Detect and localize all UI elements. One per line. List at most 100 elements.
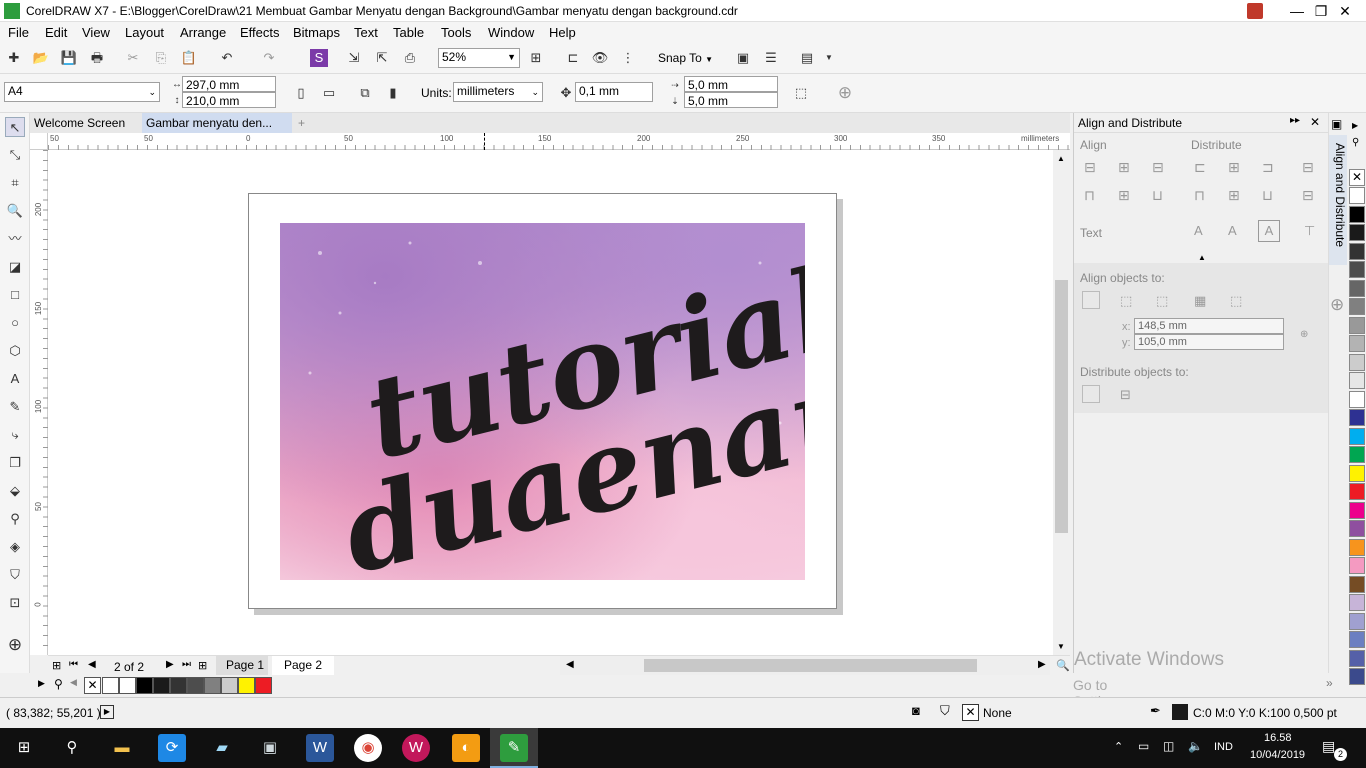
interactive-fill-icon[interactable]: ◈ (5, 537, 25, 557)
parallel-dimension-icon[interactable]: ✎ (5, 397, 25, 417)
next-page-icon[interactable]: ▶ (166, 659, 174, 670)
palette-swatch[interactable] (1349, 427, 1365, 445)
vertical-scroll-thumb[interactable] (1055, 280, 1068, 533)
user-icon[interactable] (1247, 3, 1263, 19)
docpal-scroll-left-icon[interactable]: ◀ (70, 677, 77, 688)
active-objects-icon[interactable] (1082, 291, 1100, 309)
close-button[interactable]: ✕ (1322, 0, 1366, 22)
navigator-icon[interactable]: 🔍 (1056, 659, 1070, 672)
volume-icon[interactable]: 🔈 (1188, 739, 1203, 753)
drop-shadow-icon[interactable]: ❐ (5, 453, 25, 473)
menu-file[interactable]: File (8, 25, 29, 40)
collapse-icon[interactable]: ▲ (1198, 253, 1206, 262)
first-page-icon[interactable]: ⏮ (69, 659, 78, 670)
page-tab-2[interactable]: Page 2 (272, 656, 334, 675)
duplicate-x-field[interactable]: 5,0 mm (684, 76, 778, 92)
search-content-icon[interactable]: S (310, 49, 328, 67)
docker-tab-label[interactable]: Align and Distribute (1329, 135, 1347, 265)
color-proof-icon[interactable]: ◙ (912, 703, 920, 718)
palette-swatch[interactable] (1349, 224, 1365, 241)
open-icon[interactable]: 📂 (32, 49, 50, 67)
align-center-h-icon[interactable]: ⊞ (1118, 159, 1130, 176)
scroll-right-icon[interactable]: ▶ (1038, 659, 1046, 670)
docpal-swatch[interactable] (170, 677, 187, 694)
add-icon[interactable]: ⊕ (836, 84, 854, 102)
palette-swatch[interactable] (1349, 390, 1365, 408)
network-icon[interactable]: ◫ (1163, 739, 1174, 753)
palette-swatch[interactable] (1349, 335, 1365, 352)
export-icon[interactable]: ⇱ (373, 49, 391, 67)
tab-document[interactable]: Gambar menyatu den... (142, 113, 292, 133)
transparency-tool-icon[interactable]: ⬙ (5, 481, 25, 501)
language-indicator[interactable]: IND (1214, 741, 1233, 753)
current-page-icon[interactable]: ▮ (384, 84, 402, 102)
undo-icon[interactable]: ↶ (218, 49, 236, 67)
palette-swatch[interactable] (1349, 242, 1365, 260)
docpal-swatch[interactable] (136, 677, 153, 694)
horizontal-ruler[interactable]: 50 0 50 50 100 150 200 250 300 350 milli… (48, 133, 1070, 150)
menu-bitmaps[interactable]: Bitmaps (293, 25, 340, 40)
docker-expand-icon[interactable]: ▸▸ (1290, 115, 1300, 126)
add-tool-icon[interactable]: ⊕ (5, 635, 25, 655)
portrait-icon[interactable]: ▯ (292, 84, 310, 102)
palette-swatch[interactable] (1349, 187, 1365, 204)
horizontal-scroll-thumb[interactable] (644, 659, 977, 672)
drawing-canvas[interactable]: tutorial duaenam (48, 133, 1053, 655)
print-icon[interactable]: 🖶 (88, 49, 106, 67)
copy-icon[interactable]: ⎘ (152, 49, 170, 67)
text-bounding-box-icon[interactable]: A (1258, 220, 1280, 242)
distribute-spacing-v-icon[interactable]: ⊟ (1302, 187, 1314, 204)
add-page-before-icon[interactable]: ⊞ (52, 659, 61, 672)
options-icon[interactable]: ▣ (734, 49, 752, 67)
docpal-swatch[interactable] (187, 677, 204, 694)
menu-arrange[interactable]: Arrange (180, 25, 226, 40)
palette-swatch[interactable] (1349, 298, 1365, 315)
palette-swatch[interactable] (1349, 538, 1365, 556)
ellipse-tool-icon[interactable]: ○ (5, 313, 25, 333)
last-page-icon[interactable]: ⏭ (182, 659, 191, 670)
menu-layout[interactable]: Layout (125, 25, 164, 40)
specified-point-icon[interactable]: ⬚ (1230, 293, 1242, 309)
scroll-up-icon[interactable]: ▲ (1057, 154, 1065, 163)
docpal-expand-icon[interactable]: » (1326, 676, 1333, 690)
text-first-baseline-icon[interactable]: A (1194, 223, 1203, 238)
page-tab-1[interactable]: Page 1 (216, 656, 268, 675)
align-y-field[interactable]: 105,0 mm (1134, 334, 1284, 350)
scroll-down-icon[interactable]: ▼ (1057, 642, 1065, 651)
page-width-field[interactable]: 297,0 mm (182, 76, 276, 92)
palette-swatch[interactable] (1349, 205, 1365, 223)
status-play-icon[interactable]: ▶ (100, 705, 114, 719)
menu-view[interactable]: View (82, 25, 110, 40)
page-height-field[interactable]: 210,0 mm (182, 92, 276, 108)
page-size-select[interactable]: A4 ⌄ (4, 82, 160, 102)
guidelines-icon[interactable]: ⋮ (619, 49, 637, 67)
add-page-after-icon[interactable]: ⊞ (198, 659, 207, 672)
new-icon[interactable]: ✚ (5, 49, 23, 67)
palette-swatch[interactable] (1349, 464, 1365, 482)
docpal-swatch[interactable] (204, 677, 221, 694)
rectangle-tool-icon[interactable]: □ (5, 285, 25, 305)
docpal-none-swatch[interactable]: ✕ (84, 677, 101, 694)
publish-pdf-icon[interactable]: ⎙ (401, 49, 419, 67)
distribute-left-icon[interactable]: ⊏ (1194, 159, 1206, 176)
docpal-eyedropper-icon[interactable]: ⚲ (54, 677, 63, 691)
align-center-v-icon[interactable]: ⊞ (1118, 187, 1130, 204)
palette-swatch[interactable] (1349, 261, 1365, 278)
windows-start-icon[interactable]: ⊞ (10, 734, 38, 762)
palette-swatch[interactable] (1349, 372, 1365, 389)
word-icon[interactable]: W (306, 734, 334, 762)
rulers-icon[interactable]: ⊏ (564, 49, 582, 67)
eyedropper-icon[interactable]: ⚲ (5, 509, 25, 529)
tab-welcome-screen[interactable]: Welcome Screen (30, 113, 142, 133)
new-tab-icon[interactable]: + (294, 113, 314, 133)
units-select[interactable]: millimeters ⌄ (453, 82, 543, 102)
palette-swatch[interactable] (1349, 316, 1365, 334)
palette-scroll-icon[interactable]: ▶ (1352, 121, 1358, 130)
distribute-to-selection-icon[interactable] (1082, 385, 1100, 403)
palette-swatch[interactable] (1349, 649, 1365, 667)
palette-swatch[interactable] (1349, 631, 1365, 648)
docpal-swatch[interactable] (153, 677, 170, 694)
paste-icon[interactable]: 📋 (180, 49, 198, 67)
outline-color-swatch[interactable] (1172, 704, 1188, 720)
redo-icon[interactable]: ↷ (260, 49, 278, 67)
